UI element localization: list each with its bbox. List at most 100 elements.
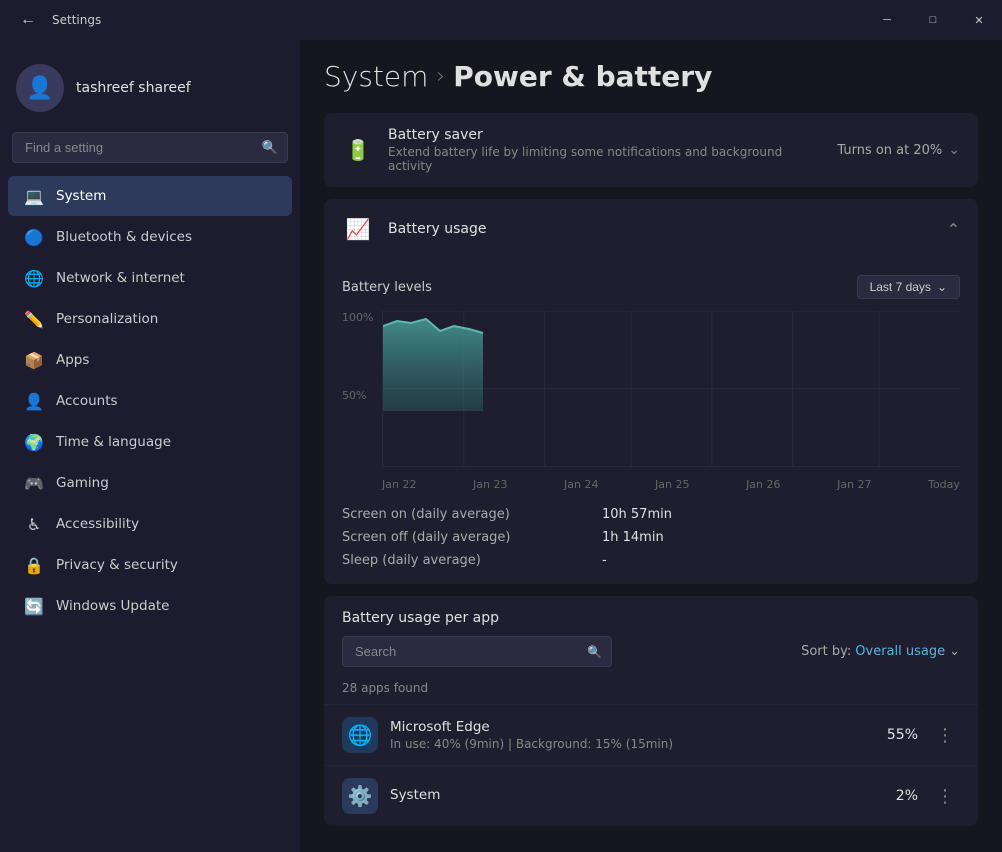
page-header: System › Power & battery [324,60,978,93]
sidebar-item-accounts[interactable]: 👤 Accounts [8,381,292,421]
stat-label-screen-off: Screen off (daily average) [342,530,562,545]
battery-levels-label: Battery levels [342,280,432,295]
nav-label-network: Network & internet [56,270,185,286]
search-icon: 🔍 [262,140,278,155]
nav-icon-network: 🌐 [24,268,44,288]
battery-chart-area [383,319,483,411]
username: tashreef shareef [76,80,191,96]
nav-label-apps: Apps [56,352,89,368]
per-app-toolbar: 🔍 Sort by: Overall usage ⌄ [342,636,960,667]
stat-value-screen-on: 10h 57min [602,507,672,522]
titlebar-left: ← Settings [12,7,101,33]
sidebar-item-gaming[interactable]: 🎮 Gaming [8,463,292,503]
per-app-title: Battery usage per app [342,610,960,626]
apps-found-row: 28 apps found [324,677,978,704]
battery-usage-header[interactable]: 📈 Battery usage ⌃ [324,199,978,259]
sort-chevron-icon: ⌄ [949,644,960,659]
x-label-jan23: Jan 23 [473,478,507,491]
stat-row-sleep: Sleep (daily average) - [342,553,960,568]
close-button[interactable]: ✕ [956,0,1002,40]
chart-gridlines-svg [383,311,960,466]
battery-saver-action-label: Turns on at 20% [837,143,942,158]
search-box: 🔍 [12,132,288,163]
nav-label-gaming: Gaming [56,475,109,491]
sidebar-item-apps[interactable]: 📦 Apps [8,340,292,380]
main-layout: 👤 tashreef shareef 🔍 💻 System 🔵 Bluetoot… [0,40,1002,852]
titlebar-title: Settings [52,13,101,27]
sidebar-item-time[interactable]: 🌍 Time & language [8,422,292,462]
chart-y-100-label: 100% [342,311,373,324]
edge-detail: In use: 40% (9min) | Background: 15% (15… [390,737,866,751]
system-menu-button[interactable]: ⋮ [930,782,960,811]
chart-wrap: 100% 50% [342,311,960,491]
sort-by[interactable]: Sort by: Overall usage ⌄ [801,644,960,659]
user-section[interactable]: 👤 tashreef shareef [0,48,300,132]
sidebar: 👤 tashreef shareef 🔍 💻 System 🔵 Bluetoot… [0,40,300,852]
nav-icon-personalization: ✏️ [24,309,44,329]
nav-icon-time: 🌍 [24,432,44,452]
titlebar-controls: ─ □ ✕ [864,0,1002,40]
nav-icon-update: 🔄 [24,596,44,616]
sidebar-item-privacy[interactable]: 🔒 Privacy & security [8,545,292,585]
system-name: System [390,787,866,803]
stat-row-screen-off: Screen off (daily average) 1h 14min [342,530,960,545]
sidebar-item-network[interactable]: 🌐 Network & internet [8,258,292,298]
battery-saver-row[interactable]: 🔋 Battery saver Extend battery life by l… [324,113,978,187]
edge-info: Microsoft Edge In use: 40% (9min) | Back… [390,719,866,751]
sidebar-item-system[interactable]: 💻 System [8,176,292,216]
nav-icon-gaming: 🎮 [24,473,44,493]
system-icon: ⚙️ [342,778,378,814]
app-item-system: ⚙️ System 2% ⋮ [324,765,978,826]
nav-icon-privacy: 🔒 [24,555,44,575]
maximize-button[interactable]: □ [910,0,956,40]
chevron-down-icon: ⌄ [937,280,947,294]
sidebar-item-update[interactable]: 🔄 Windows Update [8,586,292,626]
nav-icon-accessibility: ♿ [24,514,44,534]
nav-icon-system: 💻 [24,186,44,206]
avatar: 👤 [16,64,64,112]
battery-usage-card: 📈 Battery usage ⌃ Battery levels Last 7 … [324,199,978,584]
breadcrumb: System › Power & battery [324,60,978,93]
sort-by-value: Overall usage [855,644,945,659]
chart-x-labels: Jan 22 Jan 23 Jan 24 Jan 25 Jan 26 Jan 2… [382,478,960,491]
sort-by-label: Sort by: [801,644,851,659]
breadcrumb-separator: › [436,64,445,89]
nav-icon-accounts: 👤 [24,391,44,411]
nav-container: 💻 System 🔵 Bluetooth & devices 🌐 Network… [0,175,300,627]
sidebar-item-accessibility[interactable]: ♿ Accessibility [8,504,292,544]
stat-row-screen-on: Screen on (daily average) 10h 57min [342,507,960,522]
titlebar: ← Settings ─ □ ✕ [0,0,1002,40]
minimize-button[interactable]: ─ [864,0,910,40]
chart-range-button[interactable]: Last 7 days ⌄ [857,275,960,299]
x-label-jan22: Jan 22 [382,478,416,491]
chart-grid [382,311,960,467]
apps-found-label: 28 apps found [342,681,428,695]
nav-icon-apps: 📦 [24,350,44,370]
battery-usage-toggle[interactable]: ⌃ [947,220,960,239]
battery-saver-action: Turns on at 20% ⌄ [837,142,960,158]
sidebar-item-personalization[interactable]: ✏️ Personalization [8,299,292,339]
edge-menu-button[interactable]: ⋮ [930,721,960,750]
x-label-jan27: Jan 27 [837,478,871,491]
chart-y-50-label: 50% [342,389,366,402]
per-app-header: Battery usage per app 🔍 Sort by: Overall… [324,596,978,677]
avatar-icon: 👤 [26,76,53,101]
x-label-jan26: Jan 26 [746,478,780,491]
system-usage: 2% [878,788,918,804]
breadcrumb-parent: System [324,60,428,93]
stat-label-sleep: Sleep (daily average) [342,553,562,568]
back-button[interactable]: ← [12,7,44,33]
battery-usage-icon: 📈 [342,213,374,245]
search-input[interactable] [12,132,288,163]
battery-saver-subtitle: Extend battery life by limiting some not… [388,145,823,173]
app-search-input[interactable] [342,636,612,667]
battery-saver-icon: 🔋 [342,134,374,166]
sidebar-item-bluetooth[interactable]: 🔵 Bluetooth & devices [8,217,292,257]
chart-toolbar: Battery levels Last 7 days ⌄ [342,275,960,299]
edge-icon: 🌐 [342,717,378,753]
system-info: System [390,787,866,805]
battery-usage-title: Battery usage [388,221,487,237]
section-header-left: 📈 Battery usage [342,213,487,245]
stat-value-sleep: - [602,553,607,568]
x-label-jan25: Jan 25 [655,478,689,491]
